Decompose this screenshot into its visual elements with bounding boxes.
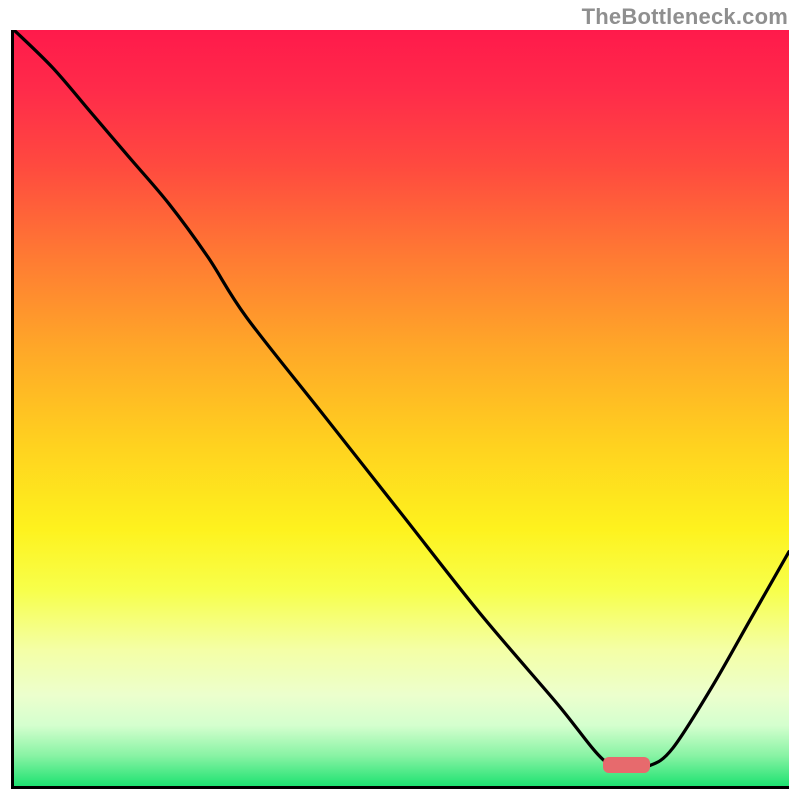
axes-frame (11, 30, 789, 789)
chart-root: TheBottleneck.com (0, 0, 800, 800)
attribution-label: TheBottleneck.com (582, 4, 788, 30)
